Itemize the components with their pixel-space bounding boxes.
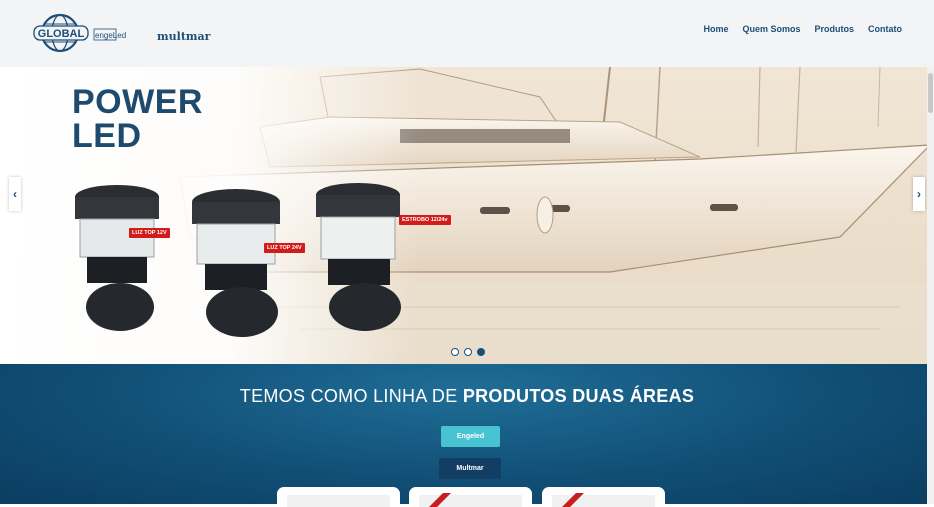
slider-dot-2[interactable] bbox=[464, 348, 472, 356]
hero-slider: POWER LED LUZ TOP 12V LUZ TOP 24V ESTROB… bbox=[0, 67, 934, 364]
nav-produtos[interactable]: Produtos bbox=[815, 24, 855, 34]
hero-title-line2: LED bbox=[72, 117, 142, 155]
site-header: GLOBAL engeLed multmar Home Quem Somos P… bbox=[0, 0, 934, 68]
chevron-right-icon: › bbox=[917, 187, 921, 201]
slider-dot-1[interactable] bbox=[451, 348, 459, 356]
section-heading-prefix: TEMOS COMO LINHA DE bbox=[239, 386, 463, 406]
lamp-12v bbox=[75, 185, 159, 331]
svg-text:engeLed: engeLed bbox=[95, 31, 126, 40]
slider-prev-button[interactable]: ‹ bbox=[9, 177, 21, 211]
hero-title-line1: POWER bbox=[72, 83, 203, 121]
product-card[interactable] bbox=[409, 487, 532, 507]
nav-quem-somos[interactable]: Quem Somos bbox=[742, 24, 800, 34]
slider-next-button[interactable]: › bbox=[913, 177, 925, 211]
main-nav: Home Quem Somos Produtos Contato bbox=[703, 24, 902, 34]
nav-contato[interactable]: Contato bbox=[868, 24, 902, 34]
multmar-button[interactable]: Multmar bbox=[439, 458, 501, 479]
page-scrollbar[interactable] bbox=[927, 67, 934, 504]
badge-luz-top-12v: LUZ TOP 12V bbox=[129, 228, 170, 238]
slider-pagination bbox=[451, 348, 485, 356]
svg-text:GLOBAL: GLOBAL bbox=[38, 28, 85, 40]
slider-dot-3[interactable] bbox=[477, 348, 485, 356]
product-lines-section: TEMOS COMO LINHA DE PRODUTOS DUAS ÁREAS … bbox=[0, 364, 934, 507]
hero-title: POWER LED bbox=[72, 85, 203, 153]
svg-text:multmar: multmar bbox=[157, 30, 211, 43]
badge-luz-top-24v: LUZ TOP 24V bbox=[264, 243, 305, 253]
product-card[interactable] bbox=[542, 487, 665, 507]
chevron-left-icon: ‹ bbox=[13, 187, 17, 201]
engeled-button[interactable]: Engeled bbox=[441, 426, 500, 447]
badge-estrobo: ESTROBO 12/24v bbox=[399, 215, 451, 225]
product-card[interactable] bbox=[277, 487, 400, 507]
section-heading: TEMOS COMO LINHA DE PRODUTOS DUAS ÁREAS bbox=[0, 386, 934, 407]
scrollbar-thumb[interactable] bbox=[928, 73, 933, 113]
nav-home[interactable]: Home bbox=[703, 24, 728, 34]
site-logo[interactable]: GLOBAL engeLed multmar bbox=[32, 12, 222, 56]
section-heading-bold: PRODUTOS DUAS ÁREAS bbox=[462, 386, 695, 406]
